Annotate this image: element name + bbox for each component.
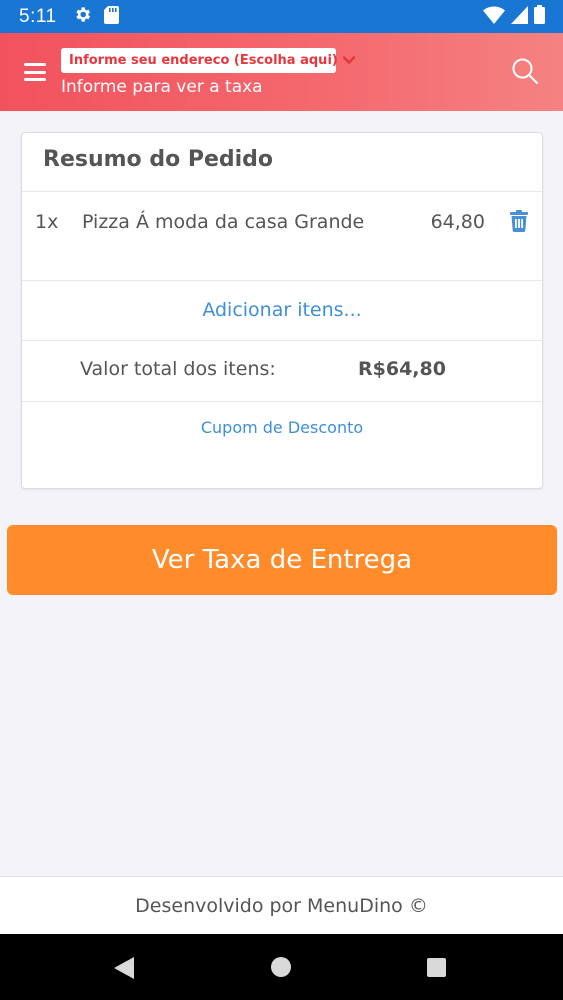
wifi-icon [483, 5, 505, 28]
item-qty: 1x [35, 211, 59, 233]
menu-icon[interactable] [24, 63, 46, 81]
status-left-icons [73, 5, 119, 28]
order-summary-card: Resumo do Pedido 1x Pizza Á moda da casa… [21, 132, 543, 489]
navigation-bar [0, 934, 563, 1000]
card-title: Resumo do Pedido [43, 147, 274, 172]
home-icon[interactable] [271, 957, 291, 977]
divider [22, 401, 542, 402]
back-icon[interactable] [114, 957, 134, 983]
status-bar: 5:11 [0, 0, 563, 33]
address-select-label: Informe seu endereco (Escolha aqui) [69, 53, 338, 68]
app-header: Informe seu endereco (Escolha aqui) Info… [0, 33, 563, 111]
gear-icon [73, 5, 92, 28]
signal-icon [511, 5, 528, 28]
header-subtitle: Informe para ver a taxa [61, 77, 263, 97]
chevron-down-icon [342, 56, 355, 65]
search-icon[interactable] [511, 57, 539, 85]
footer: Desenvolvido por MenuDino © [0, 876, 563, 934]
discount-coupon-link[interactable]: Cupom de Desconto [22, 418, 542, 437]
trash-icon[interactable] [509, 210, 529, 232]
recents-icon[interactable] [427, 958, 446, 977]
order-item-row: 1x Pizza Á moda da casa Grande 64,80 [22, 192, 542, 280]
total-row: Valor total dos itens: R$64,80 [22, 341, 542, 401]
status-right-icons [483, 5, 545, 28]
sd-card-icon [103, 5, 119, 28]
total-label: Valor total dos itens: [80, 358, 276, 380]
item-name: Pizza Á moda da casa Grande [82, 211, 365, 233]
view-delivery-fee-button[interactable]: Ver Taxa de Entrega [7, 525, 557, 595]
item-price: 64,80 [430, 211, 485, 233]
status-time: 5:11 [19, 5, 57, 27]
total-value: R$64,80 [358, 358, 446, 380]
battery-icon [534, 5, 545, 28]
add-items-link[interactable]: Adicionar itens... [22, 280, 542, 340]
address-select[interactable]: Informe seu endereco (Escolha aqui) [61, 48, 355, 73]
